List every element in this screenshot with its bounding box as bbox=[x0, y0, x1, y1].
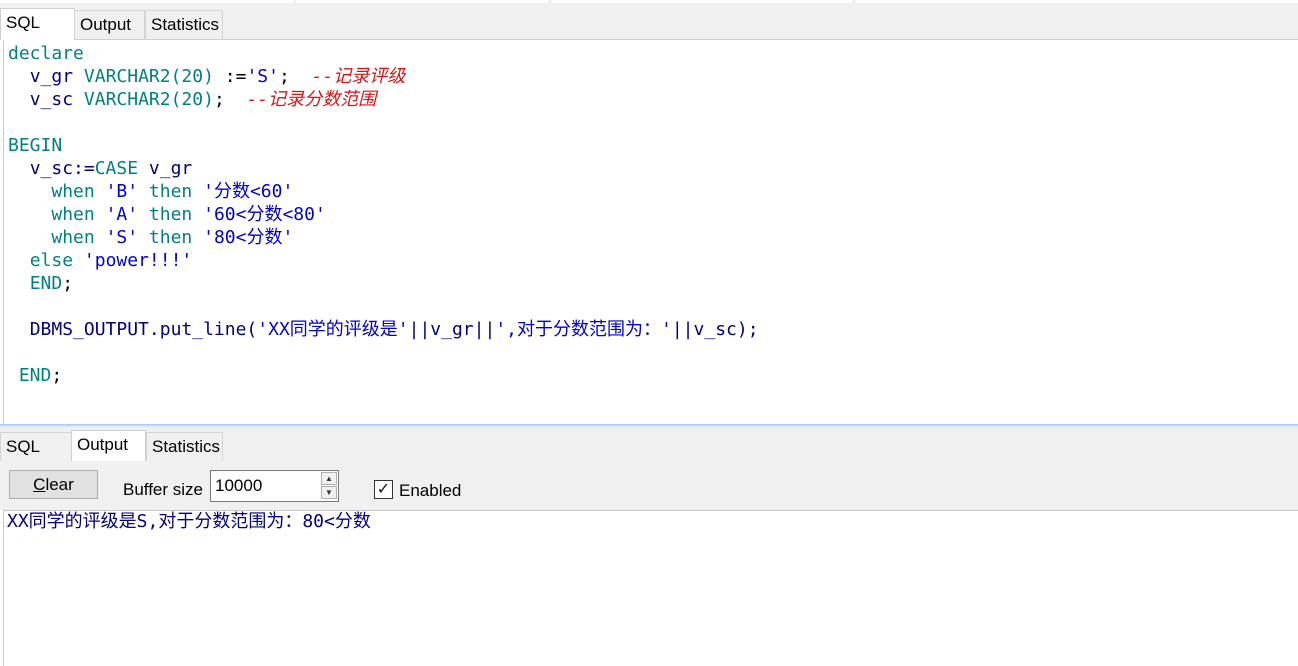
sql-code: declare v_gr VARCHAR2(20) :='S'; --记录评级 … bbox=[4, 40, 1298, 387]
enabled-checkbox[interactable]: ✓ bbox=[374, 480, 393, 499]
code-identifier: v_gr bbox=[148, 158, 193, 179]
code-keyword: else bbox=[29, 250, 74, 271]
code-function: DBMS_OUTPUT.put_line( bbox=[29, 319, 258, 340]
code-string: 'XX同学的评级是' bbox=[257, 319, 409, 340]
top-strip-segment bbox=[0, 0, 293, 3]
tab-sql[interactable]: SQL bbox=[0, 8, 75, 40]
code-comment: --记录评级 bbox=[311, 66, 406, 87]
code-keyword: when bbox=[51, 227, 95, 248]
code-keyword: END bbox=[18, 365, 52, 386]
code-identifier: v_sc:= bbox=[29, 158, 95, 179]
buffer-size-spinner: ▲ ▼ bbox=[210, 470, 339, 502]
code-operator: ; bbox=[213, 89, 225, 110]
code-keyword: BEGIN bbox=[8, 135, 63, 156]
code-keyword: then bbox=[148, 204, 193, 225]
tab-statistics[interactable]: Statistics bbox=[145, 10, 223, 39]
code-keyword: declare bbox=[8, 43, 84, 64]
code-string: 'A' bbox=[105, 204, 139, 225]
tab-output[interactable]: Output bbox=[71, 430, 146, 462]
tab-statistics[interactable]: Statistics bbox=[146, 432, 223, 461]
code-keyword: when bbox=[51, 204, 95, 225]
clear-button-label: lear bbox=[45, 475, 74, 494]
clear-button-mnemonic: C bbox=[33, 475, 46, 494]
code-string: '分数<60' bbox=[203, 181, 294, 202]
buffer-size-label: Buffer size bbox=[123, 480, 204, 499]
spinner-arrows: ▲ ▼ bbox=[321, 472, 337, 500]
tab-output[interactable]: Output bbox=[74, 10, 145, 39]
code-operator: ||v_sc); bbox=[671, 319, 759, 340]
code-string: ',对于分数范围为：' bbox=[495, 319, 672, 340]
code-keyword: CASE bbox=[94, 158, 139, 179]
code-string: 'S' bbox=[105, 227, 139, 248]
top-strip-segment bbox=[856, 0, 1298, 3]
code-operator: ; bbox=[51, 365, 63, 386]
top-strip-segment bbox=[296, 0, 548, 3]
code-string: 'B' bbox=[105, 181, 139, 202]
code-operator: := bbox=[224, 66, 247, 87]
output-line: XX同学的评级是S,对于分数范围为：80<分数 bbox=[7, 511, 371, 532]
clear-button[interactable]: Clear bbox=[9, 470, 98, 499]
enabled-label[interactable]: Enabled bbox=[399, 481, 461, 501]
code-comment: --记录分数范围 bbox=[246, 89, 377, 110]
code-identifier: v_sc bbox=[29, 89, 74, 110]
output-pane[interactable]: XX同学的评级是S,对于分数范围为：80<分数 bbox=[3, 510, 1298, 666]
code-string: '80<分数' bbox=[203, 227, 294, 248]
code-string: 'S' bbox=[246, 66, 279, 87]
code-keyword: then bbox=[148, 181, 193, 202]
top-strip-segment bbox=[552, 0, 852, 3]
code-type: VARCHAR2(20) bbox=[83, 66, 214, 87]
sql-editor[interactable]: declare v_gr VARCHAR2(20) :='S'; --记录评级 … bbox=[3, 40, 1298, 424]
code-operator: ||v_gr|| bbox=[408, 319, 496, 340]
spin-up-icon[interactable]: ▲ bbox=[321, 472, 337, 485]
code-identifier: v_gr bbox=[29, 66, 74, 87]
output-toolbar: Clear Buffer size ▲ ▼ ✓ Enabled bbox=[0, 461, 1298, 510]
code-string: '60<分数<80' bbox=[203, 204, 326, 225]
code-operator: ; bbox=[278, 66, 290, 87]
buffer-size-input[interactable] bbox=[213, 473, 317, 499]
code-operator: ; bbox=[62, 273, 74, 294]
code-keyword: then bbox=[148, 227, 193, 248]
code-string: 'power!!!' bbox=[83, 250, 193, 271]
top-tab-bar: SQL Output Statistics bbox=[0, 6, 1298, 40]
spin-down-icon[interactable]: ▼ bbox=[321, 486, 337, 499]
tab-sql[interactable]: SQL bbox=[0, 432, 72, 461]
code-keyword: when bbox=[51, 181, 95, 202]
code-type: VARCHAR2(20) bbox=[83, 89, 214, 110]
bottom-tab-bar: SQL Output Statistics bbox=[0, 428, 1298, 462]
code-keyword: END bbox=[29, 273, 63, 294]
